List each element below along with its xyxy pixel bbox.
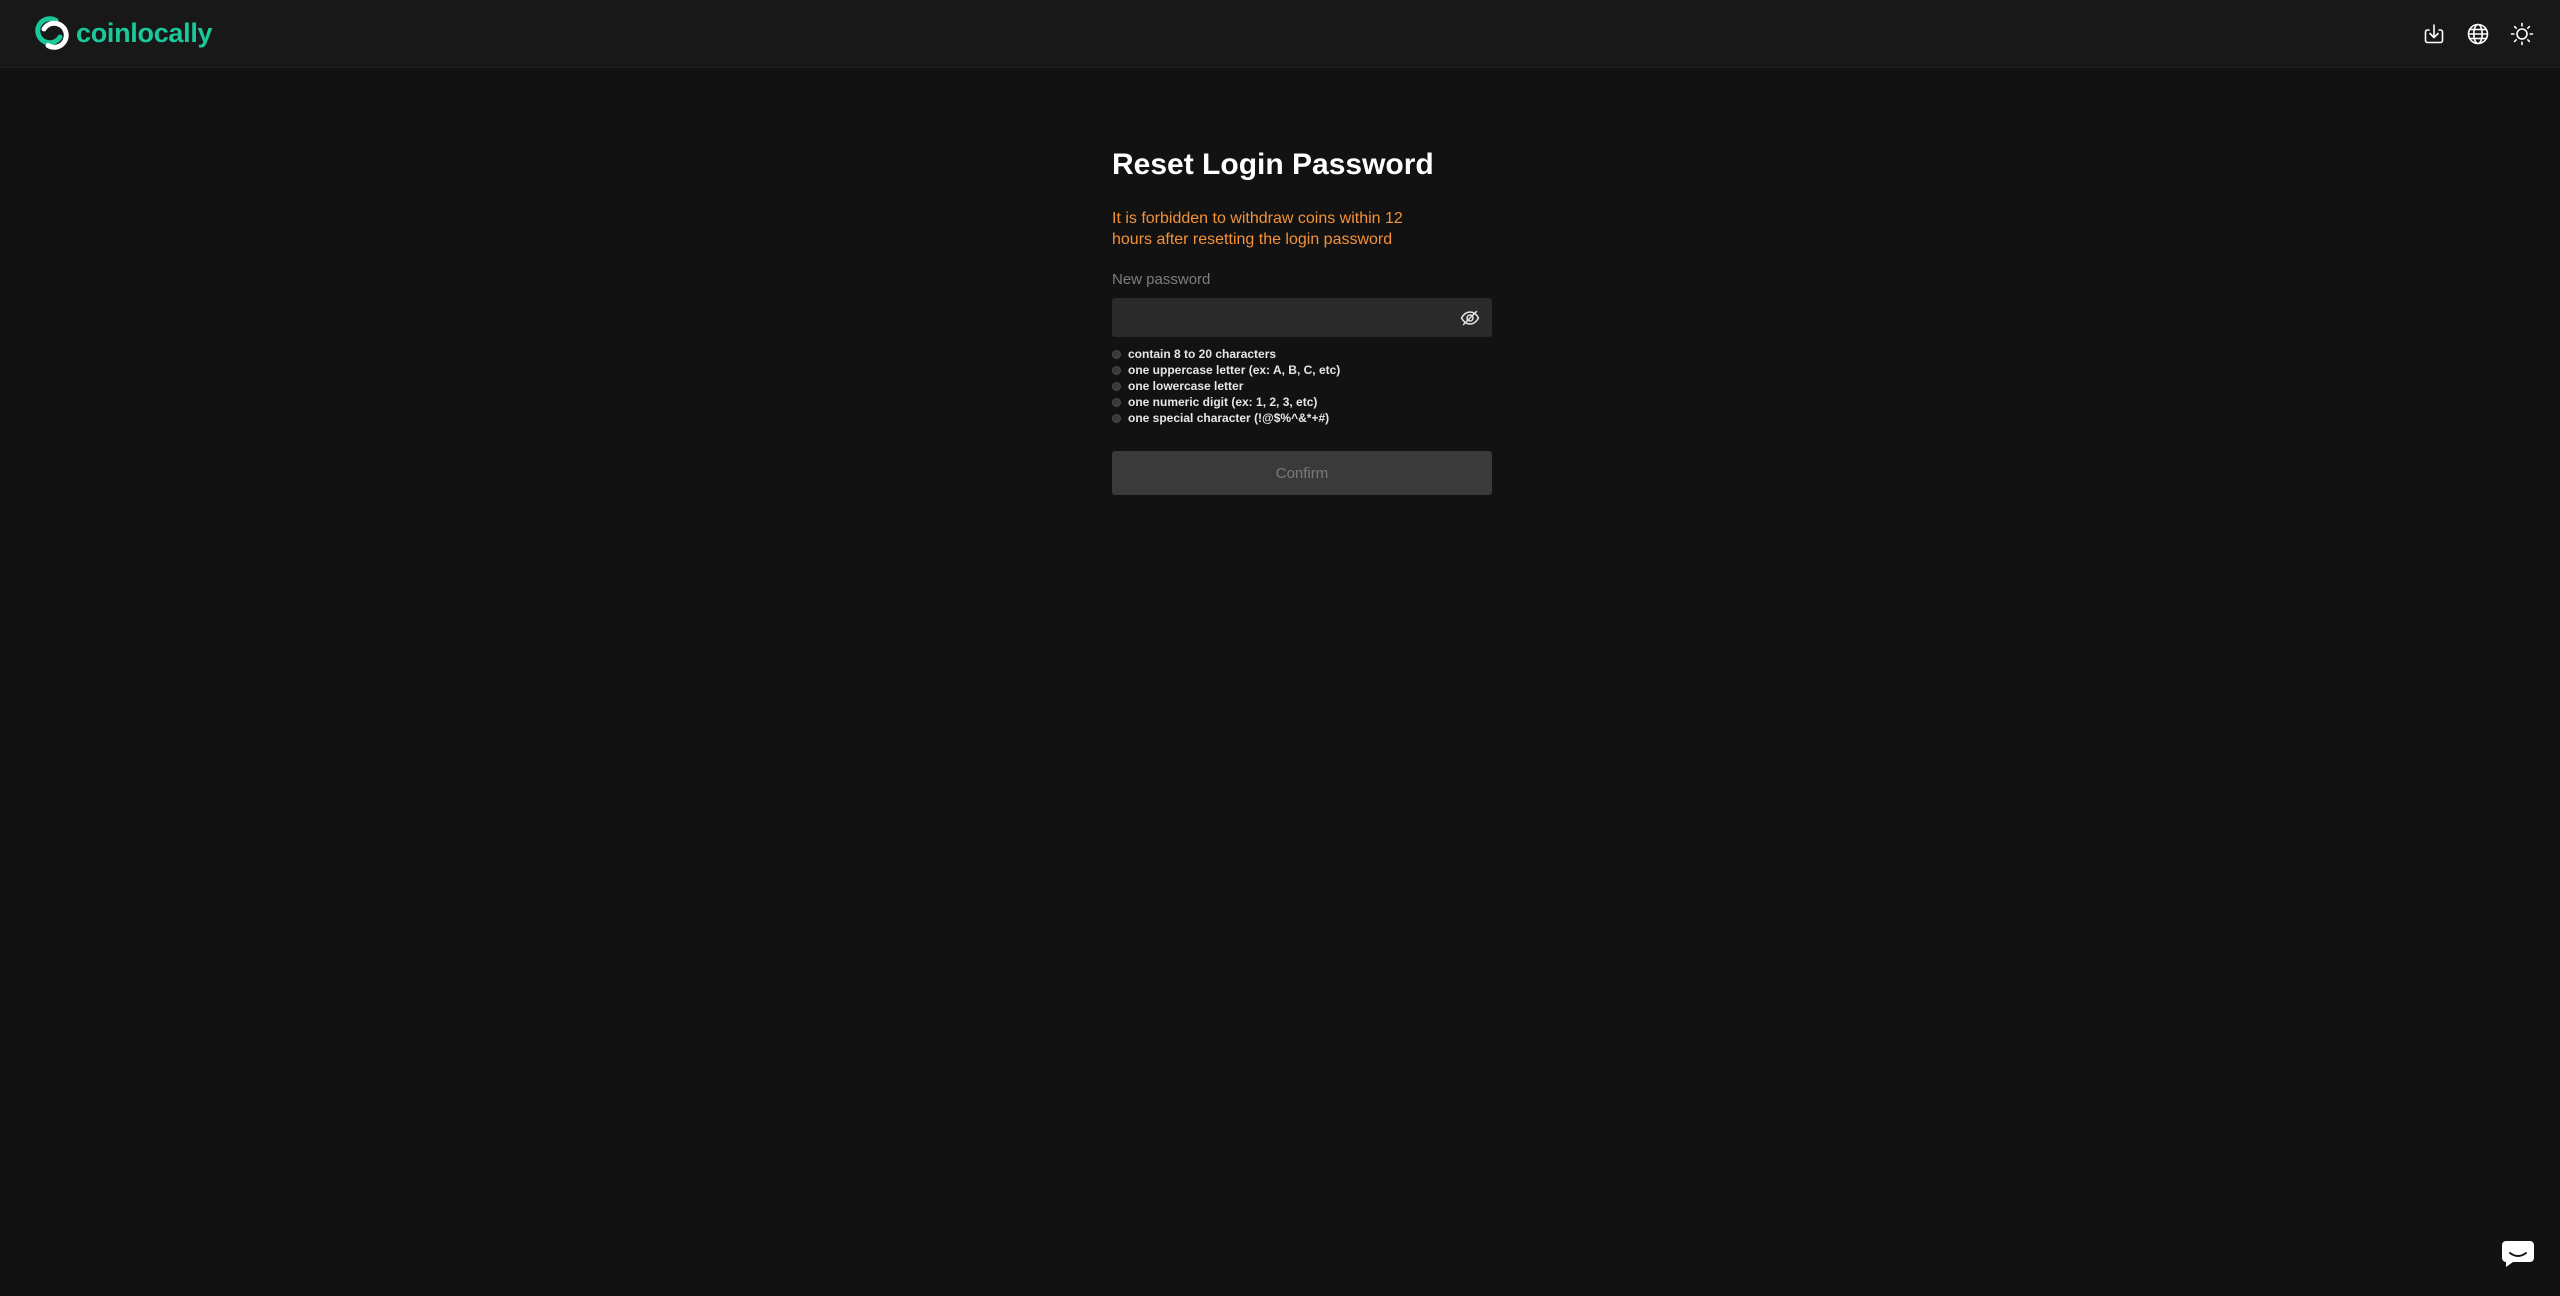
download-app-button[interactable] [2420,20,2448,48]
sun-icon [2510,22,2534,46]
new-password-label: New password [1112,271,1211,288]
brand-logo[interactable]: coinlocally [34,15,213,51]
password-rule: one uppercase letter (ex: A, B, C, etc) [1112,362,1492,378]
password-rule: one lowercase letter [1112,378,1492,394]
new-password-field-wrapper [1112,298,1492,337]
top-header: coinlocally [0,0,2560,68]
globe-icon [2467,23,2489,45]
confirm-button[interactable]: Confirm [1112,451,1492,495]
reset-password-form: Reset Login Password It is forbidden to … [1112,145,1492,495]
page-title: Reset Login Password [1112,148,1434,181]
rule-status-dot [1112,349,1121,359]
support-chat-button[interactable] [2492,1228,2544,1280]
language-button[interactable] [2464,20,2492,48]
rule-text: one numeric digit (ex: 1, 2, 3, etc) [1128,395,1318,409]
toggle-password-visibility-button[interactable] [1460,308,1480,328]
rule-text: one uppercase letter (ex: A, B, C, etc) [1128,363,1341,377]
password-rule: one numeric digit (ex: 1, 2, 3, etc) [1112,394,1492,410]
rule-text: contain 8 to 20 characters [1128,347,1277,361]
rule-text: one special character (!@$%^&*+#) [1128,411,1330,425]
withdraw-warning: It is forbidden to withdraw coins within… [1112,210,1403,248]
chat-icon [2502,1241,2534,1267]
eye-off-icon [1460,310,1480,326]
download-icon [2424,24,2444,44]
coinlocally-logo-icon [35,16,69,50]
rule-status-dot [1112,413,1121,423]
password-rule: contain 8 to 20 characters [1112,346,1492,362]
theme-toggle-button[interactable] [2508,20,2536,48]
header-actions [2404,20,2536,48]
rule-status-dot [1112,381,1121,391]
brand-name: coinlocally [76,18,213,48]
rule-text: one lowercase letter [1128,379,1244,393]
new-password-input[interactable] [1112,298,1492,337]
rule-status-dot [1112,397,1121,407]
password-rules-list: contain 8 to 20 characters one uppercase… [1112,346,1492,426]
rule-status-dot [1112,365,1121,375]
password-rule: one special character (!@$%^&*+#) [1112,410,1492,426]
